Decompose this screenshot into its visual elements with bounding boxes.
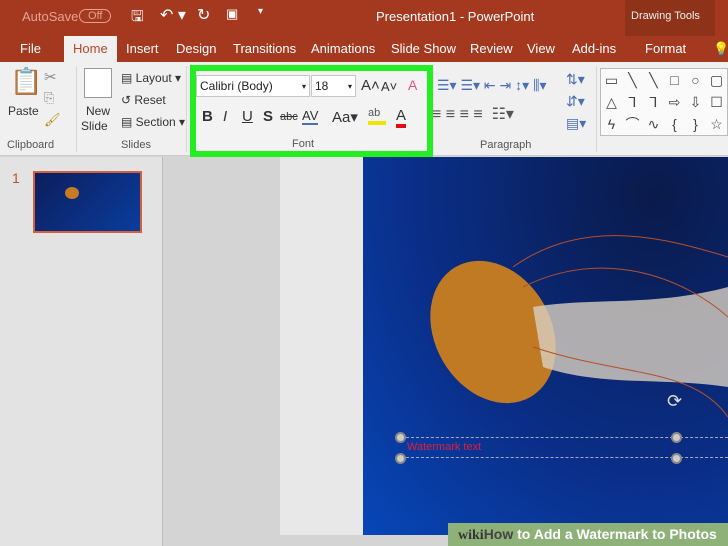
ribbon-tabs: File Home Insert Design Transitions Anim… <box>0 36 728 62</box>
section-button[interactable]: ▤ Section ▾ <box>121 115 185 129</box>
drawing-tools-label: Drawing Tools <box>631 10 700 22</box>
shape-option[interactable]: ○ <box>685 69 706 91</box>
new-slide-icon[interactable] <box>84 68 112 98</box>
tab-add-ins[interactable]: Add-ins <box>572 41 616 56</box>
font-size-value: 18 <box>315 79 329 93</box>
shape-option[interactable]: ϟ <box>601 113 622 135</box>
resize-handle[interactable] <box>671 453 682 464</box>
reset-button[interactable]: ↺ Reset <box>121 93 166 107</box>
tab-transitions[interactable]: Transitions <box>233 41 296 56</box>
underline-button[interactable]: U <box>242 108 253 125</box>
new-slide-button[interactable]: New <box>86 104 110 118</box>
slides-label: Slides <box>121 139 151 151</box>
tell-me-icon[interactable]: 💡 <box>713 41 728 57</box>
alignment-buttons[interactable]: ≡ ≡ ≡ ≡ ☷▾ <box>432 104 514 124</box>
shape-option[interactable]: □ <box>664 69 685 91</box>
shape-option[interactable]: ⅂ <box>643 91 664 113</box>
redo-icon[interactable]: ↻ <box>197 5 210 25</box>
shrink-font-button[interactable]: A˅ <box>381 79 397 94</box>
copy-icon[interactable]: ⎘ <box>44 90 54 106</box>
customize-icon[interactable]: ▾ <box>258 6 263 17</box>
resize-handle[interactable] <box>395 453 406 464</box>
font-label: Font <box>292 138 315 150</box>
slide-canvas[interactable]: Watermark text ⟳ <box>363 157 728 535</box>
autosave-label: AutoSave <box>22 9 79 24</box>
tab-animations[interactable]: Animations <box>311 41 375 56</box>
tab-format[interactable]: Format <box>645 41 686 56</box>
font-group-highlight: Calibri (Body) ▾ 18 ▾ A˄ A˅ A B I U S abc … <box>190 65 433 157</box>
paste-icon[interactable]: 📋 <box>10 66 42 97</box>
tab-review[interactable]: Review <box>470 41 513 56</box>
shape-option[interactable]: } <box>685 113 706 135</box>
clipboard-label: Clipboard <box>7 139 55 151</box>
shape-option[interactable]: ⅂ <box>622 91 643 113</box>
shape-option[interactable]: ╲ <box>622 69 643 91</box>
strikethrough-button[interactable]: abc <box>280 111 298 123</box>
tab-file[interactable]: File <box>20 41 41 56</box>
new-slide-dropdown[interactable]: Slide <box>81 119 108 133</box>
italic-button[interactable]: I <box>223 108 227 125</box>
slide-canvas-margin <box>280 157 363 535</box>
shape-option[interactable]: ⇩ <box>685 91 706 113</box>
undo-icon[interactable]: ↶ ▾ <box>160 5 186 25</box>
resize-handle[interactable] <box>395 432 406 443</box>
grow-font-button[interactable]: A˄ <box>361 77 380 94</box>
slide-number: 1 <box>12 170 20 186</box>
reset-label: Reset <box>134 93 166 107</box>
paste-button[interactable]: Paste <box>8 104 39 118</box>
resize-handle[interactable] <box>671 432 682 443</box>
rotate-handle-icon[interactable]: ⟳ <box>667 391 682 412</box>
arrange-icons[interactable]: ⇅▾ ⇵▾ ▤▾ <box>566 68 586 134</box>
jellyfish-image <box>430 235 728 418</box>
bold-button[interactable]: B <box>202 108 213 125</box>
font-family-value: Calibri (Body) <box>200 79 273 93</box>
present-icon[interactable]: ▣ <box>226 6 238 22</box>
slide-thumbnail[interactable] <box>33 171 142 233</box>
shape-option[interactable]: ▭ <box>601 69 622 91</box>
layout-label: Layout <box>135 71 172 85</box>
highlight-color-button[interactable]: ab <box>368 107 386 125</box>
shape-option[interactable]: ∿ <box>643 113 664 135</box>
section-label: Section <box>135 115 176 129</box>
wikihow-watermark: wikiHow to Add a Watermark to Photos <box>448 523 728 546</box>
shape-option[interactable]: ⌒ <box>622 113 643 135</box>
character-spacing-button[interactable]: AV <box>302 108 319 125</box>
shape-option[interactable]: ☐ <box>706 91 727 113</box>
watermark-text[interactable]: Watermark text <box>407 441 481 453</box>
paragraph-label: Paragraph <box>480 139 532 151</box>
tab-home[interactable]: Home <box>64 36 117 62</box>
cut-icon[interactable]: ✂ <box>44 68 57 86</box>
shape-option[interactable]: { <box>664 113 685 135</box>
tab-view[interactable]: View <box>527 41 555 56</box>
title-bar: AutoSave Off 🖫 ↶ ▾ ↻ ▣ ▾ Presentation1 -… <box>0 0 728 36</box>
shadow-button[interactable]: S <box>263 108 273 125</box>
change-case-button[interactable]: Aa▾ <box>332 108 358 126</box>
shape-option[interactable]: ▢ <box>706 69 727 91</box>
clear-formatting-icon[interactable]: A <box>408 77 417 93</box>
font-color-button[interactable]: A <box>396 107 407 128</box>
tab-slide-show[interactable]: Slide Show <box>391 41 456 56</box>
shape-option[interactable]: △ <box>601 91 622 113</box>
autosave-toggle[interactable]: Off <box>79 9 112 23</box>
font-size-select[interactable]: 18 ▾ <box>311 75 356 97</box>
shape-option[interactable]: ☆ <box>706 113 727 135</box>
layout-button[interactable]: ▤ Layout ▾ <box>121 71 181 85</box>
format-painter-icon[interactable]: 🖌 <box>44 112 61 128</box>
tab-insert[interactable]: Insert <box>126 41 159 56</box>
font-family-select[interactable]: Calibri (Body) ▾ <box>196 75 310 97</box>
shapes-gallery[interactable]: ▭ ╲ ╲ □ ○ ▢ △ ⅂ ⅂ ⇨ ⇩ ☐ ϟ ⌒ ∿{} ☆ <box>600 68 728 136</box>
shape-option[interactable]: ⇨ <box>664 91 685 113</box>
bullets-icon[interactable]: ☰▾ ☰▾ ⇤ ⇥ ↕▾ ⫼▾ <box>437 77 547 94</box>
save-icon[interactable]: 🖫 <box>131 6 144 31</box>
shape-option[interactable]: ╲ <box>643 69 664 91</box>
tab-design[interactable]: Design <box>176 41 216 56</box>
window-title: Presentation1 - PowerPoint <box>376 9 535 24</box>
